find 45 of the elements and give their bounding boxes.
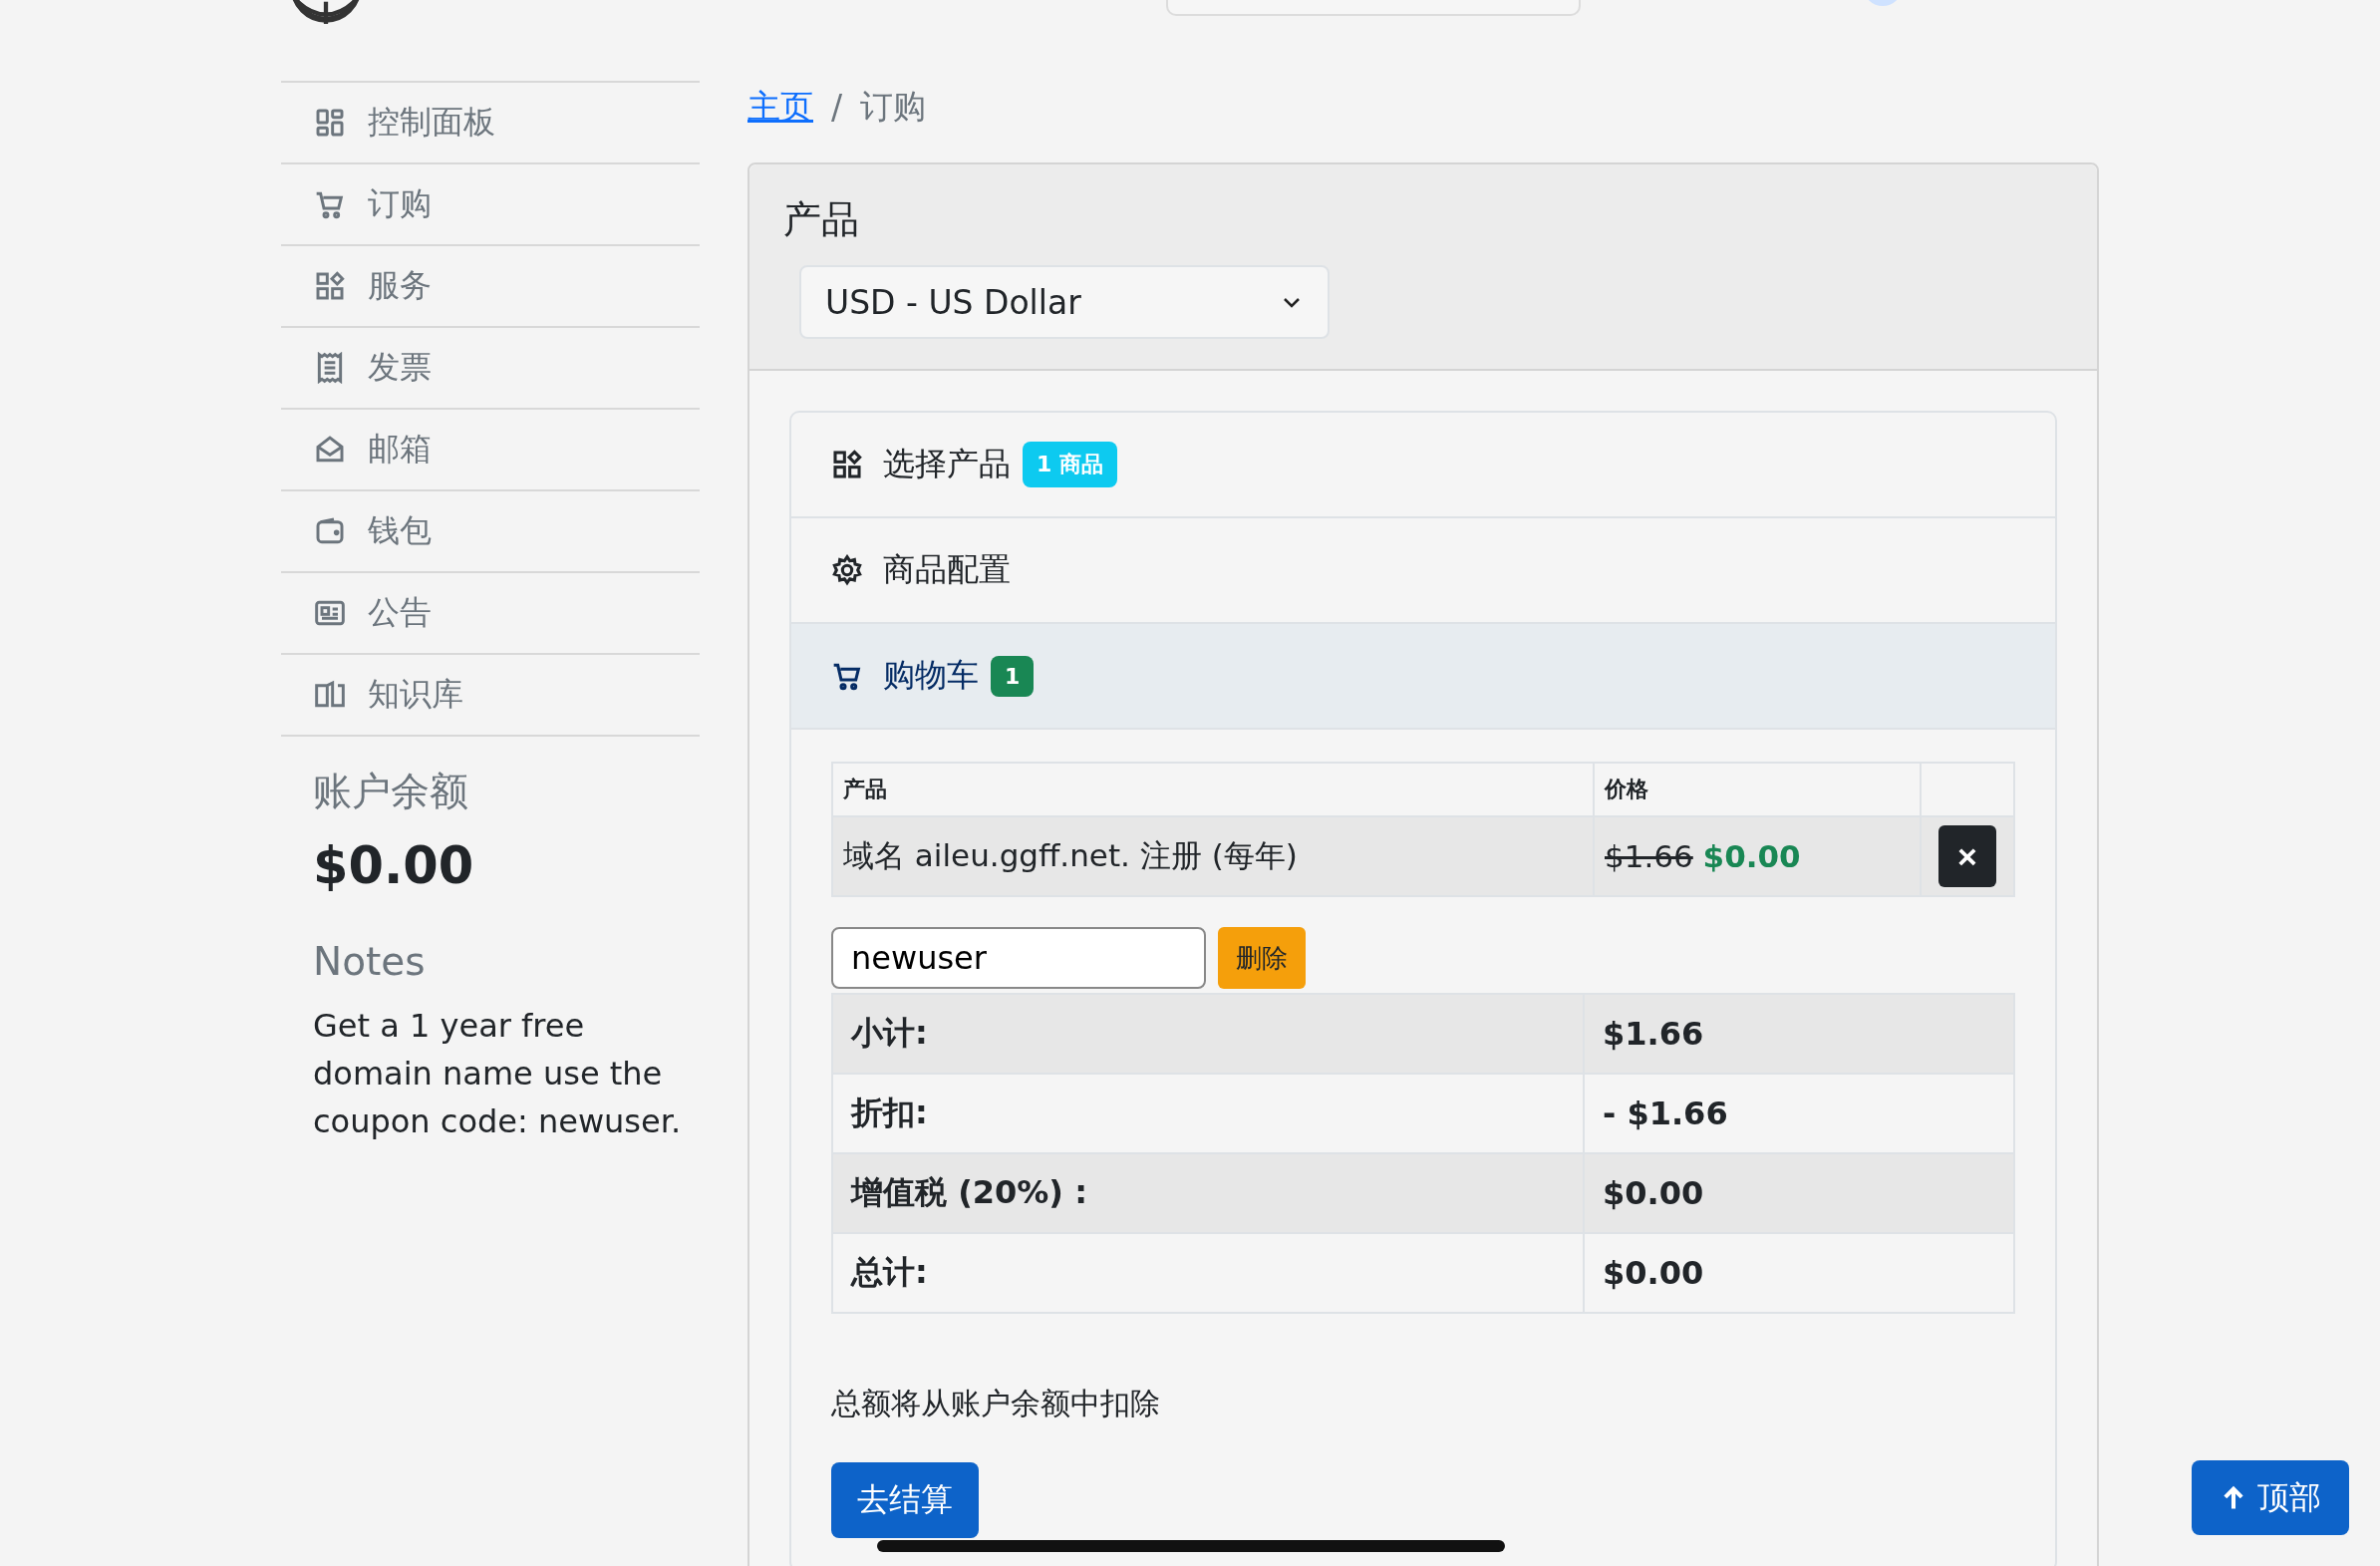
total-label: 小计: [832,994,1584,1074]
old-price: $1.66 [1605,838,1693,874]
step-label: 购物车 [883,655,979,696]
total-value: $0.00 [1584,1153,2014,1233]
table-cell: 域名 aileu.ggff.net. 注册 (每年) [832,816,1594,896]
coupon-field[interactable]: newuser [831,927,1206,989]
back-to-top-button[interactable]: 顶部 [2192,1460,2349,1535]
total-value: $1.66 [1584,994,2014,1074]
accordion-header[interactable]: 选择产品 1 商品 [791,413,2055,518]
sidebar-item[interactable]: 钱包 [281,491,700,573]
balance-title: 账户余额 [313,768,469,815]
grid-icon [314,270,346,302]
accordion-header[interactable]: 购物车 1 [791,624,2055,730]
sidebar-item[interactable]: 控制面板 [281,83,700,164]
balance-amount: $0.00 [313,836,475,895]
total-value: $0.00 [1584,1233,2014,1313]
count-badge: 1 商品 [1023,442,1117,487]
column-header: 产品 [832,763,1594,816]
grid-icon [831,449,863,480]
breadcrumb-link[interactable]: 主页 [747,84,813,130]
total-label: 总计: [832,1233,1584,1313]
notes-title: Notes [313,939,427,984]
count-badge: 1 [991,655,1035,697]
column-header: 价格 [1594,763,1921,816]
step-label: 商品配置 [883,549,1011,590]
checkout-button[interactable]: 去结算 [831,1462,979,1538]
sidebar-item[interactable]: 邮箱 [281,410,700,491]
sidebar-item[interactable]: 公告 [281,573,700,655]
discounted-price: $0.00 [1702,838,1801,874]
total-label: 增值税 (20%) : [832,1153,1584,1233]
breadcrumb-separator: / [831,87,843,127]
remove-button[interactable]: × [1938,825,1996,887]
step-label: 选择产品 [883,444,1011,484]
remove-coupon-button[interactable]: 删除 [1218,927,1306,989]
currency-select[interactable]: USD - US Dollar [799,265,1330,339]
sidebar-item[interactable]: 知识库 [281,655,700,737]
sidebar-item[interactable]: 订购 [281,164,700,246]
payment-note: 总额将从账户余额中扣除 [831,1385,1161,1422]
breadcrumb-current: 订购 [860,85,927,128]
notes-text: Get a 1 year free domain name use the coupon code: newuser. [313,1006,683,1142]
sidebar-item[interactable]: 服务 [281,246,700,328]
dashboard-icon [314,107,346,139]
gear-icon [831,554,863,586]
card-title: 产品 [783,196,860,243]
sidebar-item[interactable]: 发票 [281,328,700,410]
